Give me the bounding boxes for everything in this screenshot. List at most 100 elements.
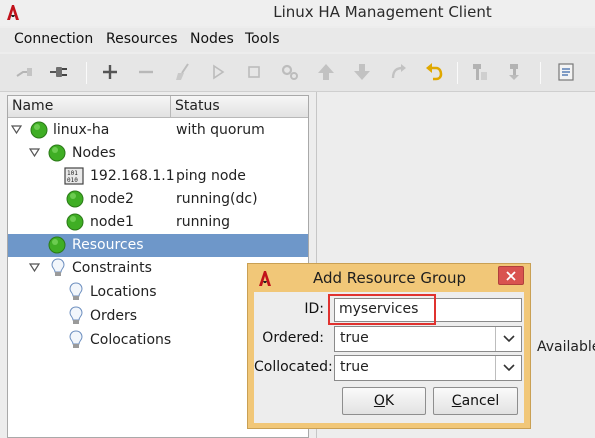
- collocated-select[interactable]: true: [334, 355, 522, 381]
- menu-tools[interactable]: Tools: [245, 31, 280, 47]
- tree-row-node2[interactable]: node2 running(dc): [8, 188, 308, 211]
- migrate-icon: [391, 64, 406, 79]
- undo-button[interactable]: [421, 59, 447, 85]
- collocated-dropdown-button[interactable]: [495, 356, 521, 380]
- column-status-header[interactable]: Status: [175, 98, 220, 114]
- toolbar-separator: [457, 62, 458, 84]
- chevron-down-icon: [502, 364, 515, 372]
- tree-row-ping-node[interactable]: 101 010 192.168.1.1 ping node: [8, 165, 308, 188]
- manage-button[interactable]: [277, 59, 303, 85]
- start-play-icon: [213, 64, 225, 80]
- tree-label: linux-ha: [53, 122, 110, 138]
- cleanup-button[interactable]: [170, 59, 196, 85]
- status-green-icon: [66, 213, 84, 231]
- tree-row-nodes[interactable]: Nodes: [8, 142, 308, 165]
- lightbulb-icon: [69, 282, 83, 300]
- highlight-box: [328, 294, 436, 325]
- cancel-label: ancel: [461, 393, 500, 409]
- move-up-button[interactable]: [313, 59, 339, 85]
- tree-label: Constraints: [72, 260, 152, 276]
- dialog-title-bar[interactable]: Add Resource Group: [248, 264, 530, 292]
- document-button[interactable]: [553, 59, 579, 85]
- manage-gear-icon: [281, 64, 298, 80]
- add-icon: [103, 65, 117, 79]
- title-bar: Linux HA Management Client: [0, 0, 595, 26]
- ok-label: K: [384, 393, 395, 409]
- ok-mnemonic: O: [373, 393, 385, 409]
- remove-icon: [139, 70, 153, 74]
- menu-nodes[interactable]: Nodes: [190, 31, 234, 47]
- tree-status: ping node: [176, 168, 246, 184]
- tree-label: node1: [90, 214, 134, 230]
- move-down-icon: [354, 64, 370, 80]
- collocated-label: Collocated:: [254, 359, 333, 375]
- toolbar-separator: [540, 62, 541, 84]
- tree-header: Name Status: [8, 96, 308, 118]
- migrate-button[interactable]: [385, 59, 411, 85]
- move-up-icon: [318, 64, 334, 80]
- start-button[interactable]: [205, 59, 231, 85]
- ordered-label: Ordered:: [262, 330, 324, 346]
- tree-row-linux-ha[interactable]: linux-ha with quorum: [8, 119, 308, 142]
- lightbulb-icon: [51, 258, 65, 276]
- lightbulb-icon: [69, 330, 83, 348]
- close-icon: [506, 270, 516, 281]
- add-resource-group-dialog: Add Resource Group ID: myservices Ordere…: [247, 263, 531, 429]
- svg-text:101: 101: [67, 170, 78, 177]
- ordered-dropdown-button[interactable]: [495, 327, 521, 351]
- column-name-header[interactable]: Name: [12, 98, 53, 114]
- disconnect-icon: [16, 68, 32, 77]
- disconnect-button[interactable]: [12, 59, 38, 85]
- collocated-select-value: true: [340, 359, 369, 375]
- column-divider[interactable]: [170, 96, 171, 118]
- dialog-body: ID: myservices Ordered: true Collocated:…: [254, 292, 524, 423]
- status-green-icon: [48, 144, 66, 162]
- tree-status: running(dc): [176, 191, 258, 207]
- tree-label: 192.168.1.1: [90, 168, 175, 184]
- document-icon: [558, 63, 574, 81]
- cancel-mnemonic: C: [451, 393, 462, 409]
- connect-icon: [50, 67, 67, 77]
- toolbar: [0, 54, 595, 92]
- status-green-icon: [48, 236, 66, 254]
- menu-resources[interactable]: Resources: [106, 31, 178, 47]
- tree-label: Nodes: [72, 145, 116, 161]
- expand-arrow-icon[interactable]: [29, 263, 40, 273]
- expand-arrow-icon[interactable]: [11, 125, 22, 135]
- connect-button[interactable]: [46, 59, 72, 85]
- remove-button[interactable]: [133, 59, 159, 85]
- tree-label: Orders: [90, 308, 138, 324]
- id-label: ID:: [304, 301, 324, 317]
- expand-arrow-icon[interactable]: [29, 148, 40, 158]
- undo-icon: [426, 63, 443, 81]
- ordered-select[interactable]: true: [334, 326, 522, 352]
- active-icon: [509, 64, 519, 80]
- tree-label: Colocations: [90, 332, 172, 348]
- menu-bar: Connection Resources Nodes Tools: [0, 28, 595, 52]
- cleanup-broom-icon: [176, 63, 189, 80]
- tree-status: running: [176, 214, 231, 230]
- menu-connection[interactable]: Connection: [14, 31, 93, 47]
- svg-text:010: 010: [67, 177, 78, 184]
- stop-icon: [248, 66, 260, 78]
- tree-row-resources[interactable]: Resources: [8, 234, 308, 257]
- window-title: Linux HA Management Client: [273, 3, 492, 21]
- available-label: Available: [537, 339, 595, 355]
- ok-button[interactable]: OK: [342, 387, 426, 415]
- toolbar-separator: [86, 62, 87, 84]
- cancel-button[interactable]: Cancel: [433, 387, 518, 415]
- tree-row-node1[interactable]: node1 running: [8, 211, 308, 234]
- dialog-close-button[interactable]: [498, 266, 524, 285]
- standby-button[interactable]: [467, 59, 493, 85]
- standby-icon: [473, 64, 487, 80]
- status-green-icon: [30, 121, 48, 139]
- add-button[interactable]: [97, 59, 123, 85]
- stop-button[interactable]: [241, 59, 267, 85]
- move-down-button[interactable]: [349, 59, 375, 85]
- status-green-icon: [66, 190, 84, 208]
- tree-status: with quorum: [176, 122, 265, 138]
- tree-label: Locations: [90, 284, 157, 300]
- ping-node-icon: 101010: [64, 167, 84, 185]
- tree-label: node2: [90, 191, 134, 207]
- active-button[interactable]: [501, 59, 527, 85]
